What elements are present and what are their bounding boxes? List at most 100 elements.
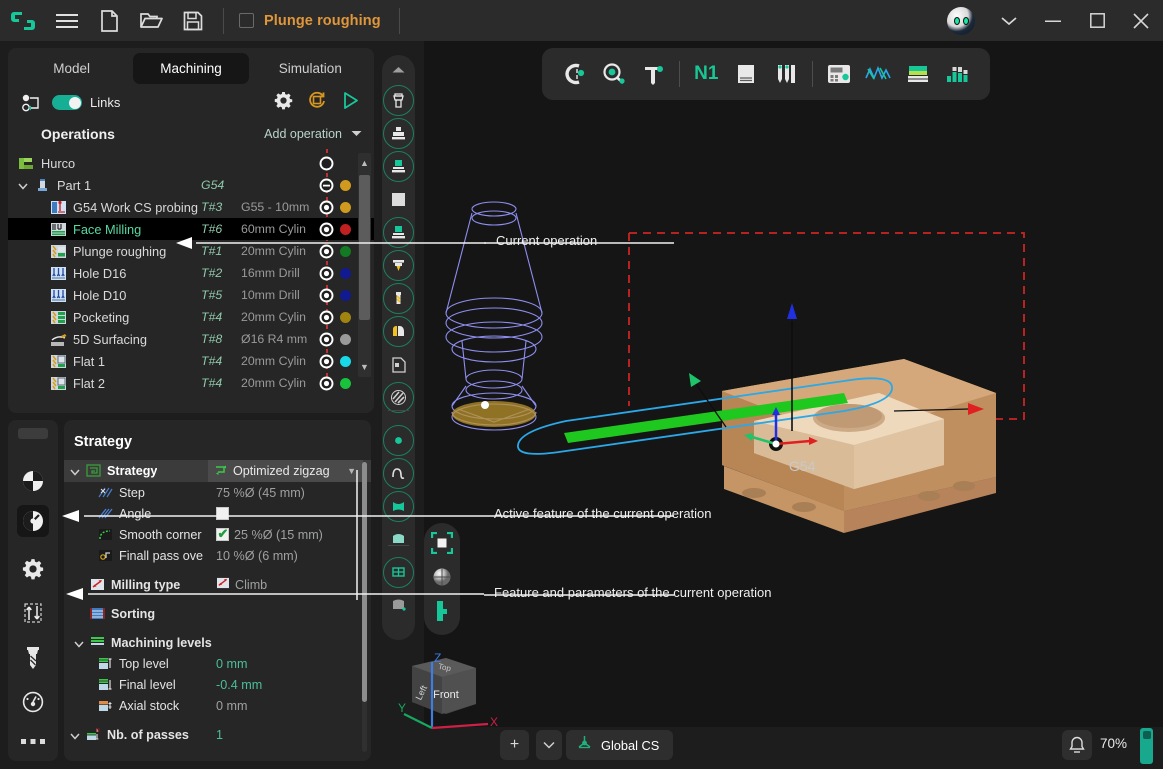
operation-color-dot[interactable] (340, 334, 351, 345)
hamburger-menu-icon[interactable] (46, 0, 88, 41)
strategy-row[interactable]: Smooth corner25 %Ø (15 mm) (64, 524, 371, 545)
chevron-down-icon[interactable]: ▼ (347, 466, 356, 476)
operation-radio[interactable] (319, 244, 334, 259)
tool-tip-icon[interactable] (383, 316, 414, 347)
operation-radio[interactable] (319, 200, 334, 215)
gear-icon[interactable] (17, 553, 49, 585)
strategy-row[interactable]: Sorting (64, 603, 371, 624)
operation-color-dot[interactable] (340, 202, 351, 213)
tree-row[interactable]: Flat 1T#420mm Cylin (8, 350, 374, 372)
tree-row[interactable]: 5D SurfacingT#8Ø16 R4 mm (8, 328, 374, 350)
caliper-icon[interactable] (634, 54, 674, 94)
controller-icon[interactable] (819, 54, 859, 94)
chevron-down-icon[interactable] (18, 178, 28, 193)
operation-color-dot[interactable] (340, 356, 351, 367)
drill-yellow-icon[interactable] (383, 250, 414, 281)
links-nodes-icon[interactable] (22, 94, 42, 112)
strategy-row[interactable]: Top level0 mm (64, 653, 371, 674)
operation-color-dot[interactable] (340, 180, 351, 191)
scroll-up-icon[interactable]: ▲ (358, 155, 371, 171)
play-triangle-icon[interactable] (341, 91, 360, 115)
operation-color-dot[interactable] (340, 224, 351, 235)
strategy-row[interactable]: NNb. of passes1 (64, 724, 371, 745)
holder-icon[interactable] (383, 85, 414, 116)
strategy-checkbox[interactable] (216, 507, 229, 520)
endmill-yellow-icon[interactable] (383, 283, 414, 314)
strategy-scrollbar-thumb[interactable] (362, 462, 367, 702)
tools-icon[interactable] (766, 54, 806, 94)
sheet-icon[interactable] (383, 524, 414, 555)
scrollbar-thumb[interactable] (359, 175, 370, 320)
strategy-checkbox[interactable] (216, 528, 229, 541)
operation-color-dot[interactable] (340, 246, 351, 257)
operation-color-dot[interactable] (340, 268, 351, 279)
user-avatar-icon[interactable] (947, 7, 975, 35)
chevron-down-icon[interactable] (70, 465, 80, 479)
chevron-down-icon[interactable] (987, 0, 1031, 41)
document-checkbox[interactable] (239, 13, 254, 28)
tool-assembly-icon[interactable] (383, 118, 414, 149)
blocks-icon[interactable] (938, 54, 978, 94)
strategy-value[interactable]: 0 mm (216, 657, 247, 671)
layers-icon[interactable] (898, 54, 938, 94)
add-cs-button[interactable]: + (500, 730, 529, 760)
tool-icon[interactable] (17, 642, 49, 674)
strategy-icon[interactable] (17, 505, 49, 537)
strategy-row[interactable]: StrategyOptimized zigzag▼ (64, 460, 371, 482)
strategy-row[interactable]: Final level-0.4 mm (64, 674, 371, 695)
operation-color-dot[interactable] (340, 378, 351, 389)
scroll-down-icon[interactable]: ▼ (358, 359, 371, 375)
operation-radio[interactable] (319, 310, 334, 325)
operation-color-dot[interactable] (340, 290, 351, 301)
coordinate-system-chip[interactable]: Global CS (566, 730, 673, 760)
waveform-icon[interactable] (859, 54, 899, 94)
operation-radio[interactable] (319, 178, 334, 193)
strategy-value[interactable]: 75 %Ø (45 mm) (216, 486, 305, 500)
gear-icon[interactable] (274, 91, 293, 115)
tool-body-icon[interactable] (383, 151, 414, 182)
bell-icon[interactable] (1062, 730, 1092, 760)
doc-small-icon[interactable] (383, 349, 414, 380)
hatch-icon[interactable] (383, 382, 414, 413)
viewport-3d[interactable]: G54 (424, 41, 1163, 727)
strategy-value[interactable]: Climb (216, 577, 267, 592)
tab-simulation[interactable]: Simulation (253, 53, 368, 84)
tree-row[interactable]: G54 Work CS probingT#3G55 - 10mm (8, 196, 374, 218)
operation-radio[interactable] (319, 288, 334, 303)
fit-to-screen-icon[interactable] (428, 529, 456, 557)
operation-radio[interactable] (319, 222, 334, 237)
material-sphere-icon[interactable] (428, 563, 456, 591)
rail-handle[interactable] (18, 428, 48, 439)
strategy-value[interactable]: -0.4 mm (216, 678, 262, 692)
tree-scrollbar[interactable]: ▲ ▼ (358, 153, 371, 377)
maximize-button[interactable] (1075, 0, 1119, 41)
strategy-value[interactable]: 10 %Ø (6 mm) (216, 549, 298, 563)
tool-green-icon[interactable] (383, 217, 414, 248)
point-icon[interactable] (383, 425, 414, 456)
mesh-icon[interactable] (383, 557, 414, 588)
app-logo[interactable] (0, 0, 46, 41)
chevron-down-icon[interactable] (74, 637, 84, 651)
strategy-value[interactable] (216, 507, 229, 520)
strategy-value[interactable]: 0 mm (216, 699, 247, 713)
strategy-row[interactable]: Step75 %Ø (45 mm) (64, 482, 371, 503)
tab-model[interactable]: Model (14, 53, 129, 84)
strategy-select[interactable]: Optimized zigzag▼ (208, 460, 363, 482)
stock-block-icon[interactable] (383, 184, 414, 215)
save-disk-icon[interactable] (172, 0, 214, 41)
strategy-row[interactable]: Finall pass ove10 %Ø (6 mm) (64, 545, 371, 566)
add-operation-dropdown-icon[interactable] (351, 129, 362, 140)
solid-icon[interactable] (383, 590, 414, 621)
strategy-row[interactable]: Machining levels (64, 632, 371, 653)
chevron-down-icon[interactable] (70, 729, 80, 743)
minimize-button[interactable] (1031, 0, 1075, 41)
magnet-icon[interactable] (554, 54, 594, 94)
page-icon[interactable] (726, 54, 766, 94)
tree-row[interactable]: Hole D16T#216mm Drill (8, 262, 374, 284)
operation-radio[interactable] (319, 354, 334, 369)
add-operation-button[interactable]: Add operation (264, 127, 342, 141)
tree-row[interactable]: Hurco (8, 152, 374, 174)
close-button[interactable] (1119, 0, 1163, 41)
tree-row[interactable]: Plunge roughingT#120mm Cylin (8, 240, 374, 262)
strategy-scrollbar[interactable] (362, 462, 367, 752)
